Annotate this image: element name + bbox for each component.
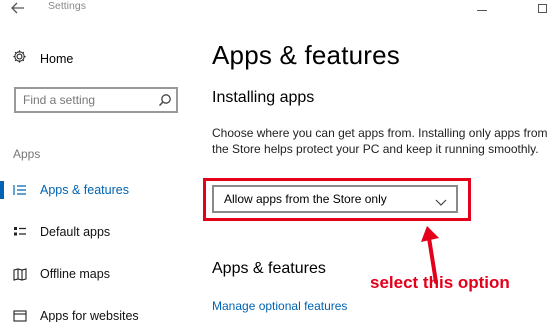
sidebar-item-label: Offline maps [40,267,110,281]
sidebar-item-label: Apps & features [40,183,129,197]
web-apps-icon [12,308,28,322]
sidebar-item-apps-features[interactable]: Apps & features [0,177,196,203]
sidebar-item-default-apps[interactable]: Default apps [0,219,196,245]
annotation-text: select this option [370,273,510,292]
sidebar-item-label: Default apps [40,225,111,239]
window-title: Settings [48,0,86,12]
sidebar: Home Apps Apps & features [0,20,196,322]
dropdown-value: Allow apps from the Store only [224,192,387,206]
search-icon[interactable] [158,92,172,106]
page-title: Apps & features [212,40,400,70]
active-indicator [0,181,4,199]
home-nav-item[interactable]: Home [12,49,73,68]
section-label-apps: Apps [13,147,41,161]
manage-optional-features-link[interactable]: Manage optional features [212,299,347,313]
search-input[interactable] [16,89,152,111]
sidebar-item-offline-maps[interactable]: Offline maps [0,261,196,287]
sidebar-item-apps-for-websites[interactable]: Apps for websites [0,303,196,322]
list-icon [12,182,28,198]
settings-window: Settings Home Apps [0,0,548,322]
installing-apps-heading: Installing apps [212,89,315,106]
apps-features-heading: Apps & features [212,260,326,277]
default-apps-icon [12,224,28,240]
sidebar-item-label: Apps for websites [40,309,139,322]
installing-apps-description: Choose where you can get apps from. Inst… [212,126,548,156]
install-source-dropdown[interactable]: Allow apps from the Store only [212,185,458,213]
back-arrow-icon[interactable] [4,0,32,18]
map-icon [12,266,28,282]
maximize-icon[interactable] [530,0,548,16]
chevron-down-icon [434,193,448,206]
search-box[interactable] [14,87,178,113]
title-bar: Settings [0,0,548,20]
home-label: Home [40,51,74,66]
gear-icon [12,49,30,68]
minimize-icon[interactable] [470,0,494,16]
